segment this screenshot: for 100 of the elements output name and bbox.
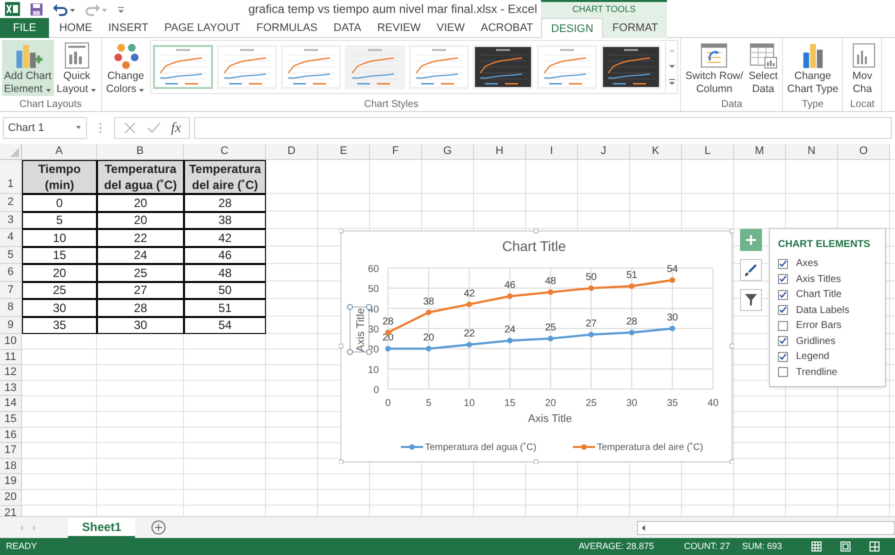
ribbon-button[interactable]: Select Data: [746, 40, 780, 96]
column-header[interactable]: M: [734, 144, 786, 160]
ribbon-button[interactable]: Quick Layout: [54, 40, 100, 96]
row-header[interactable]: 11: [0, 350, 22, 366]
checkbox[interactable]: [778, 367, 788, 378]
checkbox[interactable]: [778, 352, 788, 362]
ribbon-tab[interactable]: FORMULAS: [248, 18, 326, 38]
axis-tick-label: 30: [368, 324, 379, 336]
checkbox[interactable]: [778, 258, 788, 269]
row-header[interactable]: 12: [0, 365, 22, 381]
ribbon-tab[interactable]: ACROBAT: [472, 18, 542, 38]
table-cell: 28: [97, 299, 184, 316]
page-break-icon[interactable]: [869, 541, 880, 552]
column-header[interactable]: K: [630, 144, 682, 160]
ribbon-button[interactable]: Add Chart Element: [2, 40, 54, 96]
column-header[interactable]: C: [184, 144, 266, 160]
chart-title[interactable]: Chart Title: [502, 238, 566, 254]
checkbox-label: Axes: [796, 257, 818, 272]
row-header[interactable]: 7: [0, 282, 22, 299]
normal-view-icon[interactable]: [811, 541, 822, 552]
chart-style-thumbnail[interactable]: [601, 45, 662, 89]
horizontal-scrollbar[interactable]: [637, 520, 895, 534]
column-header[interactable]: F: [370, 144, 422, 160]
save-icon[interactable]: [30, 2, 43, 16]
data-point: [548, 289, 554, 295]
row-header[interactable]: 15: [0, 412, 22, 428]
column-header[interactable]: J: [578, 144, 630, 160]
page-layout-icon[interactable]: [840, 541, 851, 552]
ribbon-tab[interactable]: PAGE LAYOUT: [156, 18, 248, 38]
checkbox[interactable]: [778, 274, 788, 284]
ribbon-tab[interactable]: FILE: [0, 18, 50, 38]
row-header[interactable]: 17: [0, 443, 22, 459]
row-header[interactable]: 2: [0, 194, 22, 212]
formula-input-field[interactable]: [194, 117, 892, 139]
chart-style-thumbnail[interactable]: [153, 45, 214, 89]
row-header[interactable]: 3: [0, 212, 22, 229]
chart-style-gallery[interactable]: [150, 40, 678, 94]
ribbon-button[interactable]: Change Colors: [104, 40, 148, 96]
filter-button[interactable]: [740, 289, 762, 311]
row-header[interactable]: 20: [0, 490, 22, 506]
ribbon-tab[interactable]: FORMAT: [603, 18, 667, 38]
row-header[interactable]: 5: [0, 246, 22, 264]
checkbox[interactable]: [778, 320, 788, 331]
row-header[interactable]: 14: [0, 396, 22, 412]
row-header[interactable]: 8: [0, 299, 22, 316]
spreadsheet-logo-icon: [5, 2, 20, 16]
checkbox-label: Error Bars: [796, 319, 842, 334]
ribbon-button[interactable]: Mov Cha: [845, 40, 880, 96]
column-header[interactable]: E: [318, 144, 370, 160]
row-header[interactable]: 4: [0, 229, 22, 246]
chart-style-thumbnail[interactable]: [281, 45, 342, 89]
chart-style-thumbnail[interactable]: [345, 45, 406, 89]
row-header[interactable]: 6: [0, 264, 22, 282]
chart-style-thumbnail[interactable]: [217, 45, 278, 89]
checkbox[interactable]: [778, 336, 788, 346]
row-header[interactable]: 16: [0, 428, 22, 444]
data-point: [628, 283, 635, 289]
data-point: [385, 346, 391, 352]
chart-area[interactable]: [339, 229, 734, 464]
row-header[interactable]: 13: [0, 380, 22, 396]
checkbox-label: Axis Titles: [796, 272, 842, 287]
brush-button[interactable]: [740, 259, 762, 281]
column-header[interactable]: D: [266, 144, 318, 160]
ribbon-tab[interactable]: INSERT: [100, 18, 156, 38]
sheet-tab[interactable]: Sheet1: [68, 518, 136, 538]
row-header[interactable]: 9: [0, 316, 22, 334]
window-title: grafica temp vs tiempo aum nivel mar final.xlsx - Excel: [248, 1, 538, 18]
chart-style-thumbnail[interactable]: [473, 45, 534, 89]
checkbox[interactable]: [778, 305, 788, 316]
column-header[interactable]: N: [786, 144, 838, 160]
ribbon-button[interactable]: Change Chart Type: [785, 40, 840, 96]
axis-title[interactable]: Axis Title: [528, 413, 572, 425]
ribbon-tab[interactable]: DESIGN: [541, 18, 604, 38]
ribbon-tab[interactable]: VIEW: [428, 18, 473, 38]
column-header[interactable]: H: [474, 144, 526, 160]
data-point: [628, 330, 635, 336]
ribbon-button[interactable]: Switch Row/ Column: [683, 40, 746, 96]
table-cell: 51: [184, 299, 266, 316]
ribbon-tab[interactable]: REVIEW: [369, 18, 429, 38]
column-header[interactable]: L: [682, 144, 734, 160]
row-header[interactable]: 1: [0, 160, 22, 194]
chart-style-thumbnail[interactable]: [409, 45, 470, 89]
ribbon-tab[interactable]: DATA: [326, 18, 370, 38]
data-label: 50: [586, 272, 597, 284]
column-header[interactable]: A: [22, 144, 97, 160]
row-header[interactable]: 10: [0, 334, 22, 350]
row-header[interactable]: 21: [0, 506, 22, 516]
name-box[interactable]: Chart 1: [3, 117, 87, 139]
column-header[interactable]: O: [838, 144, 890, 160]
insert-function-button[interactable]: fx: [171, 118, 182, 138]
chart-style-thumbnail[interactable]: [537, 45, 598, 89]
undo-icon[interactable]: [53, 2, 75, 16]
ribbon-tab[interactable]: HOME: [51, 18, 100, 38]
checkbox[interactable]: [778, 290, 788, 300]
add-sheet-icon[interactable]: [151, 520, 166, 535]
column-header[interactable]: B: [97, 144, 184, 160]
column-header[interactable]: I: [526, 144, 578, 160]
column-header[interactable]: G: [422, 144, 474, 160]
row-header[interactable]: 18: [0, 458, 22, 474]
row-header[interactable]: 19: [0, 474, 22, 490]
